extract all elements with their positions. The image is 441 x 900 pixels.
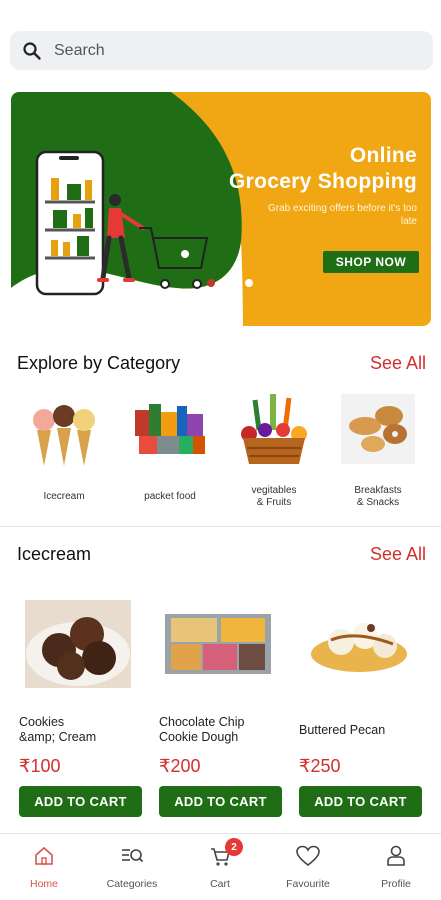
search-bar[interactable] bbox=[10, 31, 433, 70]
categories-icon bbox=[122, 849, 144, 863]
product-name: Buttered Pecan bbox=[299, 723, 386, 737]
product-card[interactable]: Buttered Pecan ₹250 ADD TO CART bbox=[299, 600, 427, 817]
nav-item-home[interactable]: Home bbox=[0, 842, 88, 890]
home-icon bbox=[35, 846, 53, 865]
shop-now-button[interactable]: SHOP NOW bbox=[323, 251, 419, 273]
carousel-dot[interactable] bbox=[245, 279, 253, 287]
icecream-cones-image bbox=[33, 405, 95, 466]
nav-item-favourite[interactable]: Favourite bbox=[264, 842, 352, 890]
breads-image bbox=[341, 394, 415, 464]
banner-title-line1: Online bbox=[349, 144, 417, 167]
nav-item-cart[interactable]: 2 Cart bbox=[176, 838, 264, 890]
cookies-cream-image bbox=[25, 600, 131, 688]
product-card[interactable]: Cookies &amp; Cream ₹100 ADD TO CART bbox=[19, 600, 147, 817]
add-to-cart-button[interactable]: ADD TO CART bbox=[159, 786, 282, 817]
bottom-navigation: Home Categories 2 Cart Favourite Profile bbox=[0, 833, 441, 900]
carousel-dot[interactable] bbox=[207, 279, 215, 287]
search-icon bbox=[23, 41, 41, 60]
section-divider bbox=[0, 526, 441, 527]
add-to-cart-button[interactable]: ADD TO CART bbox=[19, 786, 142, 817]
search-input[interactable] bbox=[54, 41, 394, 60]
cart-count-badge: 2 bbox=[225, 838, 243, 856]
product-name: Chocolate Chip Cookie Dough bbox=[159, 715, 245, 744]
category-label: Breakfasts & Snacks bbox=[354, 485, 402, 508]
add-to-cart-button[interactable]: ADD TO CART bbox=[299, 786, 422, 817]
product-price: ₹200 bbox=[159, 756, 201, 776]
cookie-dough-image bbox=[165, 614, 271, 674]
product-see-all-link[interactable]: See All bbox=[370, 544, 426, 565]
carousel-dot[interactable] bbox=[226, 279, 234, 287]
nav-label: Categories bbox=[106, 878, 158, 890]
banner-subtitle: Grab exciting offers before it's too lat… bbox=[267, 203, 417, 227]
buttered-pecan-image bbox=[305, 618, 411, 672]
carousel-indicator bbox=[207, 279, 253, 287]
grocery-shopping-illustration bbox=[35, 150, 209, 296]
product-card[interactable]: Chocolate Chip Cookie Dough ₹200 ADD TO … bbox=[159, 600, 287, 817]
category-see-all-link[interactable]: See All bbox=[370, 353, 426, 374]
category-label: Icecream bbox=[43, 491, 85, 502]
profile-icon bbox=[387, 845, 405, 866]
category-item-breakfasts-snacks[interactable]: Breakfasts & Snacks bbox=[328, 390, 428, 509]
nav-label: Favourite bbox=[286, 878, 330, 890]
product-price: ₹100 bbox=[19, 756, 61, 776]
category-label: vegitables & Fruits bbox=[251, 485, 297, 508]
category-item-packet-food[interactable]: packet food bbox=[120, 390, 220, 509]
product-price: ₹250 bbox=[299, 756, 341, 776]
nav-label: Cart bbox=[210, 878, 230, 890]
product-name: Cookies &amp; Cream bbox=[19, 715, 97, 744]
banner-title-line2: Grocery Shopping bbox=[229, 170, 417, 193]
promo-banner[interactable]: Online Grocery Shopping Grab exciting of… bbox=[11, 92, 431, 326]
category-item-icecream[interactable]: Icecream bbox=[14, 390, 114, 509]
category-label: packet food bbox=[144, 491, 196, 502]
category-item-vegetables-fruits[interactable]: vegitables & Fruits bbox=[224, 390, 324, 509]
nav-item-profile[interactable]: Profile bbox=[352, 842, 440, 890]
heart-icon bbox=[296, 845, 320, 867]
packet-food-image bbox=[135, 404, 205, 454]
product-section-title: Icecream bbox=[17, 544, 92, 564]
nav-label: Home bbox=[29, 878, 58, 890]
category-list: Icecream packet food vegitables & Fruits… bbox=[0, 390, 441, 510]
nav-label: Profile bbox=[381, 878, 411, 890]
vegetable-basket-image bbox=[241, 394, 307, 464]
category-section-title: Explore by Category bbox=[17, 353, 181, 373]
nav-item-categories[interactable]: Categories bbox=[88, 842, 176, 890]
